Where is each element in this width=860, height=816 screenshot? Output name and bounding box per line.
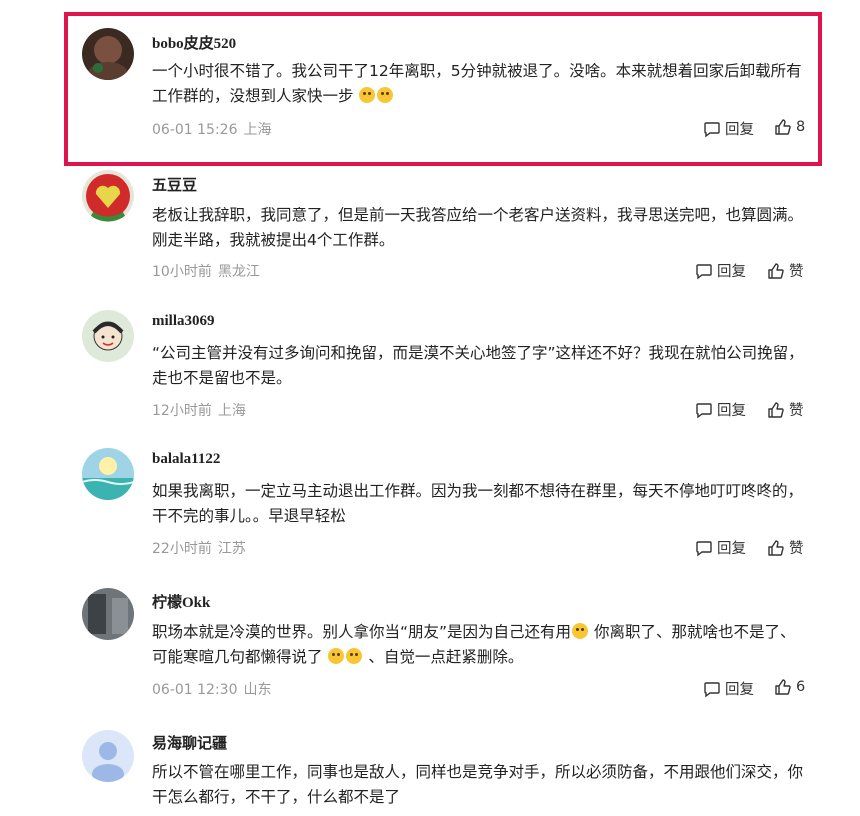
comment-meta: 10小时前 黑龙江 [152, 261, 260, 281]
comment-meta: 12小时前 上海 [152, 400, 246, 420]
comment-line: 走也不是留也不是。 [152, 368, 292, 387]
like-label: 赞 [789, 541, 804, 557]
comment-text: 职场本就是冷漠的世界。别人拿你当“朋友”是因为自己还有用 你离职了、那就啥也不是… [152, 620, 812, 669]
reply-label: 回复 [717, 541, 746, 557]
username[interactable]: milla3069 [152, 313, 215, 330]
like-button[interactable]: 赞 [767, 260, 804, 281]
thumbs-up-icon [768, 539, 784, 556]
rofl-emoji [572, 623, 589, 639]
timestamp: 10小时前 [152, 264, 212, 280]
location: 江苏 [217, 541, 246, 557]
like-count: 6 [796, 679, 806, 695]
avatar[interactable] [82, 730, 134, 782]
reply-label: 回复 [725, 122, 754, 138]
avatar[interactable] [82, 310, 134, 362]
username[interactable]: 易海聊记疆 [152, 732, 227, 753]
comment-bubble-icon [696, 402, 712, 418]
grin-emoji [328, 647, 345, 664]
reply-label: 回复 [717, 264, 746, 280]
comment-line: 如果我离职，一定立马主动退出工作群。因为我一刻都不想待在群里，每天不停地叮叮咚咚… [152, 482, 804, 500]
username[interactable]: balala1122 [152, 451, 220, 468]
like-label: 赞 [789, 403, 804, 419]
comment-line: 工作群的，没想到人家快一步 [152, 86, 354, 105]
thumbs-up-icon [768, 262, 784, 279]
location: 黑龙江 [217, 264, 260, 280]
like-button[interactable]: 6 [774, 678, 805, 696]
reply-button[interactable]: 回复 [703, 678, 754, 699]
comment-bubble-icon [704, 681, 720, 697]
comment-bubble-icon [696, 263, 712, 279]
timestamp: 06-01 12:30 [152, 682, 238, 698]
comment-line: 、自觉一点赶紧删除。 [368, 647, 524, 666]
comment-text: 如果我离职，一定立马主动退出工作群。因为我一刻都不想待在群里，每天不停地叮叮咚咚… [152, 479, 812, 528]
comment-line: 干怎么都行，不干了，什么都不是了 [152, 787, 401, 806]
comment-text: “公司主管并没有过多询问和挽留，而是漠不关心地签了字”这样还不好？我现在就怕公司… [152, 341, 812, 390]
thumbs-up-icon [775, 679, 791, 695]
comment-bubble-icon [704, 121, 720, 137]
avatar[interactable] [82, 588, 134, 640]
comment-text: 老板让我辞职，我同意了，但是前一天我答应给一个老客户送资料，我寻思送完吧，也算圆… [152, 203, 812, 252]
username[interactable]: bobo皮皮520 [152, 32, 236, 53]
comment-meta: 22小时前 江苏 [152, 538, 246, 558]
comment-meta: 06-01 12:30 山东 [152, 679, 271, 699]
timestamp: 12小时前 [152, 403, 212, 419]
grin-emoji [346, 647, 363, 664]
comment-line: 一个小时很不错了。我公司干了12年离职，5分钟就被退了。没啥。本来就想着回家后卸… [152, 62, 802, 80]
username[interactable]: 五豆豆 [152, 174, 197, 195]
comment-line: 所以不管在哪里工作，同事也是敌人，同样也是竞争对手，所以必须防备，不用跟他们深交… [152, 763, 804, 781]
username[interactable]: 柠檬Okk [152, 591, 210, 612]
comment-text: 一个小时很不错了。我公司干了12年离职，5分钟就被退了。没啥。本来就想着回家后卸… [152, 59, 812, 108]
comment-meta: 06-01 15:26 上海 [152, 119, 271, 139]
location: 上海 [217, 403, 246, 419]
reply-button[interactable]: 回复 [703, 118, 754, 139]
location: 山东 [243, 682, 272, 698]
reply-button[interactable]: 回复 [695, 260, 746, 281]
thumbs-up-icon [775, 119, 791, 135]
rofl-emoji [359, 86, 376, 103]
avatar[interactable] [82, 28, 134, 80]
timestamp: 22小时前 [152, 541, 212, 557]
comment-line: 职场本就是冷漠的世界。别人拿你当“朋友”是因为自己还有用 [152, 623, 572, 641]
reply-label: 回复 [725, 682, 754, 698]
avatar[interactable] [82, 448, 134, 500]
like-label: 赞 [789, 264, 804, 280]
thumbs-up-icon [768, 401, 784, 418]
like-button[interactable]: 8 [774, 118, 805, 136]
comment-text: 所以不管在哪里工作，同事也是敌人，同样也是竞争对手，所以必须防备，不用跟他们深交… [152, 760, 812, 809]
comment-line: “公司主管并没有过多询问和挽留，而是漠不关心地签了字”这样还不好？我现在就怕公司… [152, 344, 804, 362]
like-count: 8 [796, 119, 806, 135]
reply-label: 回复 [717, 403, 746, 419]
timestamp: 06-01 15:26 [152, 122, 238, 138]
like-button[interactable]: 赞 [767, 537, 804, 558]
avatar[interactable] [82, 170, 134, 222]
comment-line: 可能寒暄几句都懒得说了 [152, 647, 323, 666]
comment-line: 干不完的事儿。。早退早轻松 [152, 506, 346, 525]
comment-line: 你离职了、那就啥也不是了、 [594, 623, 796, 641]
location: 上海 [243, 122, 272, 138]
reply-button[interactable]: 回复 [695, 399, 746, 420]
like-button[interactable]: 赞 [767, 399, 804, 420]
comment-bubble-icon [696, 540, 712, 556]
comment-line: 刚走半路，我就被提出4个工作群。 [152, 230, 395, 249]
reply-button[interactable]: 回复 [695, 537, 746, 558]
smile-emoji [377, 86, 394, 103]
comment-line: 老板让我辞职，我同意了，但是前一天我答应给一个老客户送资料，我寻思送完吧，也算圆… [152, 206, 804, 224]
